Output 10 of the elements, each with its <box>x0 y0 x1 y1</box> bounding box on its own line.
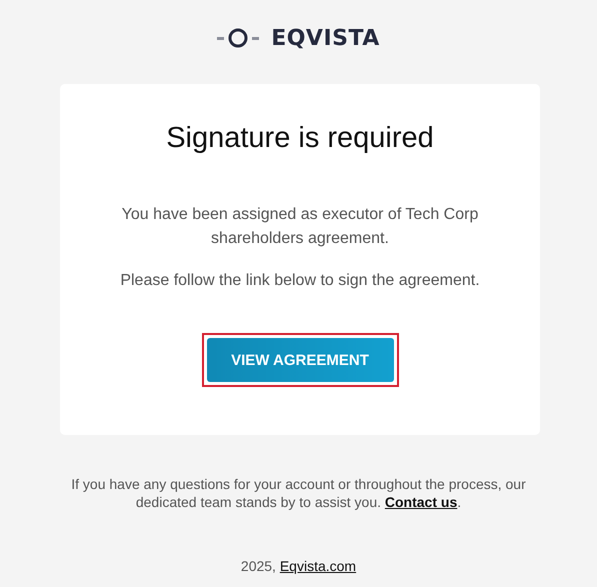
logo-text: EQVISTA <box>271 26 380 50</box>
contact-link[interactable]: Contact us <box>384 494 458 510</box>
message-text: Please follow the link below to sign the agreement. <box>119 271 481 291</box>
logo-icon <box>217 28 260 48</box>
copyright-text: 2025, Eqvista.com <box>240 557 358 575</box>
message-text: You have been assigned as executor of Tech Corp shareholders agreement. <box>120 205 480 249</box>
website-link[interactable]: Eqvista.com <box>280 558 356 574</box>
view-agreement-button[interactable]: VIEW AGREEMENT <box>206 338 394 382</box>
card-title: Signature is required <box>165 122 435 155</box>
support-text: If you have any questions for your account or throughout the process, our dedicated team stands by to assist you. Contact us. <box>70 475 527 511</box>
